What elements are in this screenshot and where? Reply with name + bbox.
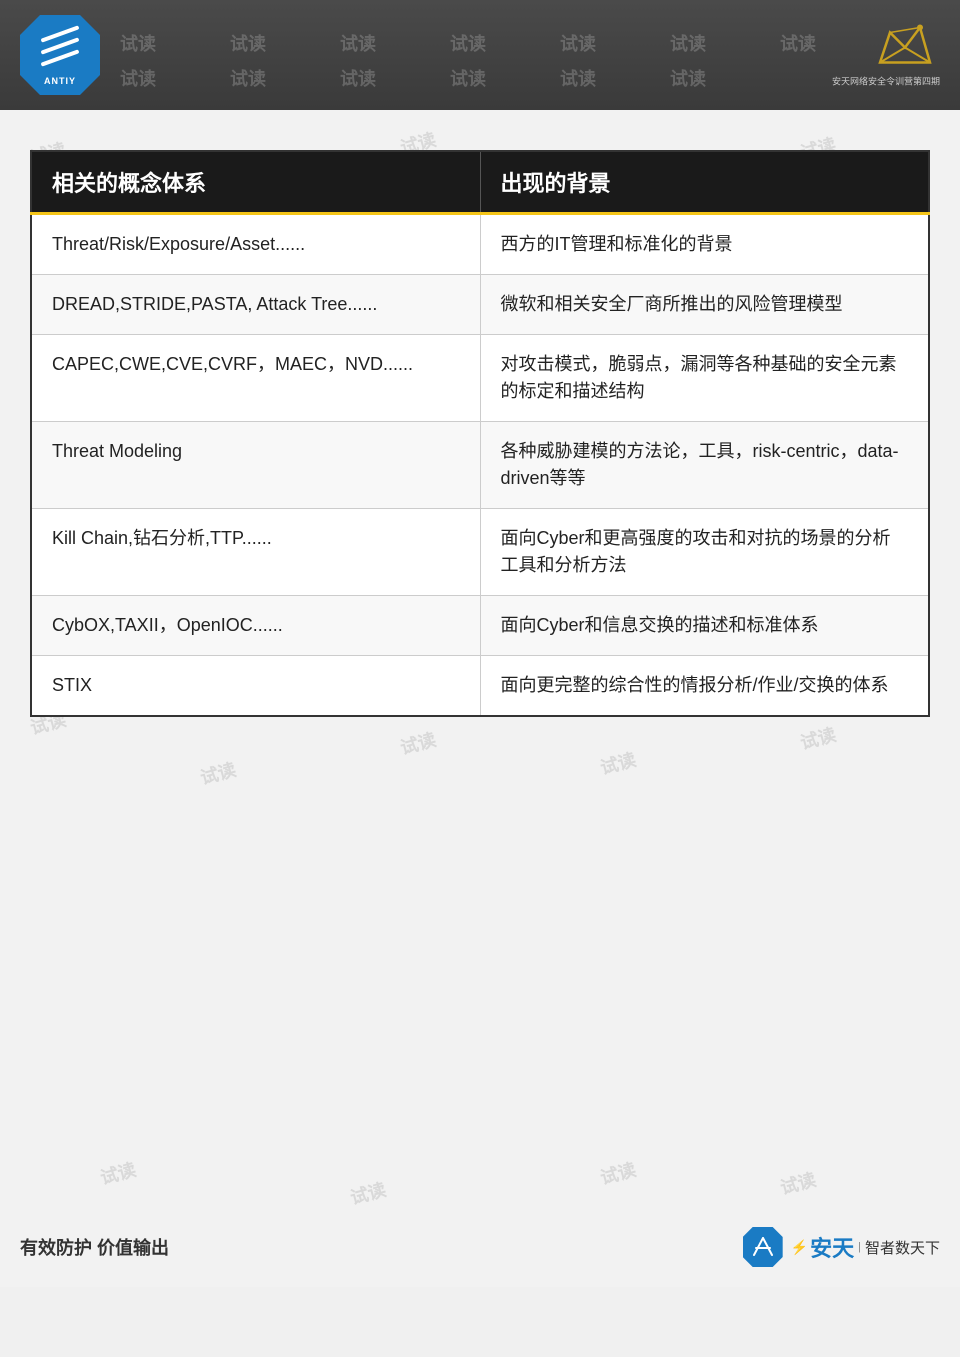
- header-watermark-8: 试读: [120, 65, 156, 91]
- antiy-logo: ANTIY: [20, 15, 100, 95]
- body-watermark-9: 试读: [597, 746, 639, 780]
- header-watermark-12: 试读: [560, 65, 596, 91]
- footer-logo-svg: [749, 1233, 777, 1261]
- right-cell-0: 西方的IT管理和标准化的背景: [480, 214, 929, 275]
- right-cell-2: 对攻击模式，脆弱点，漏洞等各种基础的安全元素的标定和描述结构: [480, 335, 929, 422]
- header-watermark-4: 试读: [450, 30, 486, 56]
- body-watermark-7: 试读: [197, 756, 239, 790]
- footer-brand-text-group: ⚡ 安天 | 智者数天下: [791, 1231, 940, 1263]
- table-body: Threat/Risk/Exposure/Asset......西方的IT管理和…: [31, 214, 929, 717]
- left-cell-0: Threat/Risk/Exposure/Asset......: [31, 214, 480, 275]
- table-row: CybOX,TAXII，OpenIOC......面向Cyber和信息交换的描述…: [31, 596, 929, 656]
- footer-logo: [743, 1227, 783, 1267]
- col1-header: 相关的概念体系: [31, 151, 480, 214]
- main-content: 试读 试读 试读 试读 试读 试读 试读 试读 试读 试读 试读 试读 试读 试…: [0, 110, 960, 1287]
- header-watermark-11: 试读: [450, 65, 486, 91]
- right-cell-6: 面向更完整的综合性的情报分析/作业/交换的体系: [480, 656, 929, 717]
- table-row: Threat Modeling各种威胁建模的方法论，工具，risk-centri…: [31, 422, 929, 509]
- table-row: STIX面向更完整的综合性的情报分析/作业/交换的体系: [31, 656, 929, 717]
- left-cell-6: STIX: [31, 656, 480, 717]
- table-row: CAPEC,CWE,CVE,CVRF，MAEC，NVD......对攻击模式，脆…: [31, 335, 929, 422]
- col2-header: 出现的背景: [480, 151, 929, 214]
- table-row: Threat/Risk/Exposure/Asset......西方的IT管理和…: [31, 214, 929, 275]
- footer-left-text: 有效防护 价值输出: [20, 1234, 169, 1260]
- table-row: Kill Chain,钻石分析,TTP......面向Cyber和更高强度的攻击…: [31, 509, 929, 596]
- header-right-logo: 安天网络安全令训营第四期: [832, 23, 940, 88]
- body-watermark-11: 试读: [97, 1156, 139, 1190]
- left-cell-2: CAPEC,CWE,CVE,CVRF，MAEC，NVD......: [31, 335, 480, 422]
- lightning-icon: ⚡: [791, 1239, 808, 1256]
- body-watermark-10: 试读: [797, 721, 839, 755]
- left-cell-5: CybOX,TAXII，OpenIOC......: [31, 596, 480, 656]
- body-watermark-8: 试读: [397, 726, 439, 760]
- header-watermark-2: 试读: [230, 30, 266, 56]
- footer-brand: ⚡ 安天 | 智者数天下: [743, 1227, 940, 1267]
- brand-svg: [870, 23, 940, 73]
- left-cell-3: Threat Modeling: [31, 422, 480, 509]
- header: 试读 试读 试读 试读 试读 试读 试读 试读 试读 试读 试读 试读 试读 A…: [0, 0, 960, 110]
- body-watermark-12: 试读: [347, 1176, 389, 1210]
- logo-label: ANTIY: [44, 76, 76, 86]
- concept-table: 相关的概念体系 出现的背景 Threat/Risk/Exposure/Asset…: [30, 150, 930, 717]
- header-brand-icon: [870, 23, 940, 73]
- header-watermark-3: 试读: [340, 30, 376, 56]
- right-cell-5: 面向Cyber和信息交换的描述和标准体系: [480, 596, 929, 656]
- footer-brand-main: 安天: [810, 1231, 854, 1263]
- header-watermark-9: 试读: [230, 65, 266, 91]
- header-watermark-10: 试读: [340, 65, 376, 91]
- right-cell-1: 微软和相关安全厂商所推出的风险管理模型: [480, 275, 929, 335]
- table-header-row: 相关的概念体系 出现的背景: [31, 151, 929, 214]
- footer-brand-subtitle: 智者数天下: [865, 1237, 940, 1258]
- header-right-text: 安天网络安全令训营第四期: [832, 75, 940, 88]
- body-watermark-14: 试读: [777, 1166, 819, 1200]
- header-watermark-5: 试读: [560, 30, 596, 56]
- body-watermark-13: 试读: [597, 1156, 639, 1190]
- header-watermark-7: 试读: [780, 30, 816, 56]
- left-cell-1: DREAD,STRIDE,PASTA, Attack Tree......: [31, 275, 480, 335]
- footer: 有效防护 价值输出 ⚡ 安天 | 智者数天下: [0, 1207, 960, 1287]
- right-cell-4: 面向Cyber和更高强度的攻击和对抗的场景的分析工具和分析方法: [480, 509, 929, 596]
- right-cell-3: 各种威胁建模的方法论，工具，risk-centric，data-driven等等: [480, 422, 929, 509]
- header-watermark-6: 试读: [670, 30, 706, 56]
- left-cell-4: Kill Chain,钻石分析,TTP......: [31, 509, 480, 596]
- header-watermark-1: 试读: [120, 30, 156, 56]
- footer-divider: |: [858, 1241, 861, 1253]
- table-row: DREAD,STRIDE,PASTA, Attack Tree......微软和…: [31, 275, 929, 335]
- header-watermark-13: 试读: [670, 65, 706, 91]
